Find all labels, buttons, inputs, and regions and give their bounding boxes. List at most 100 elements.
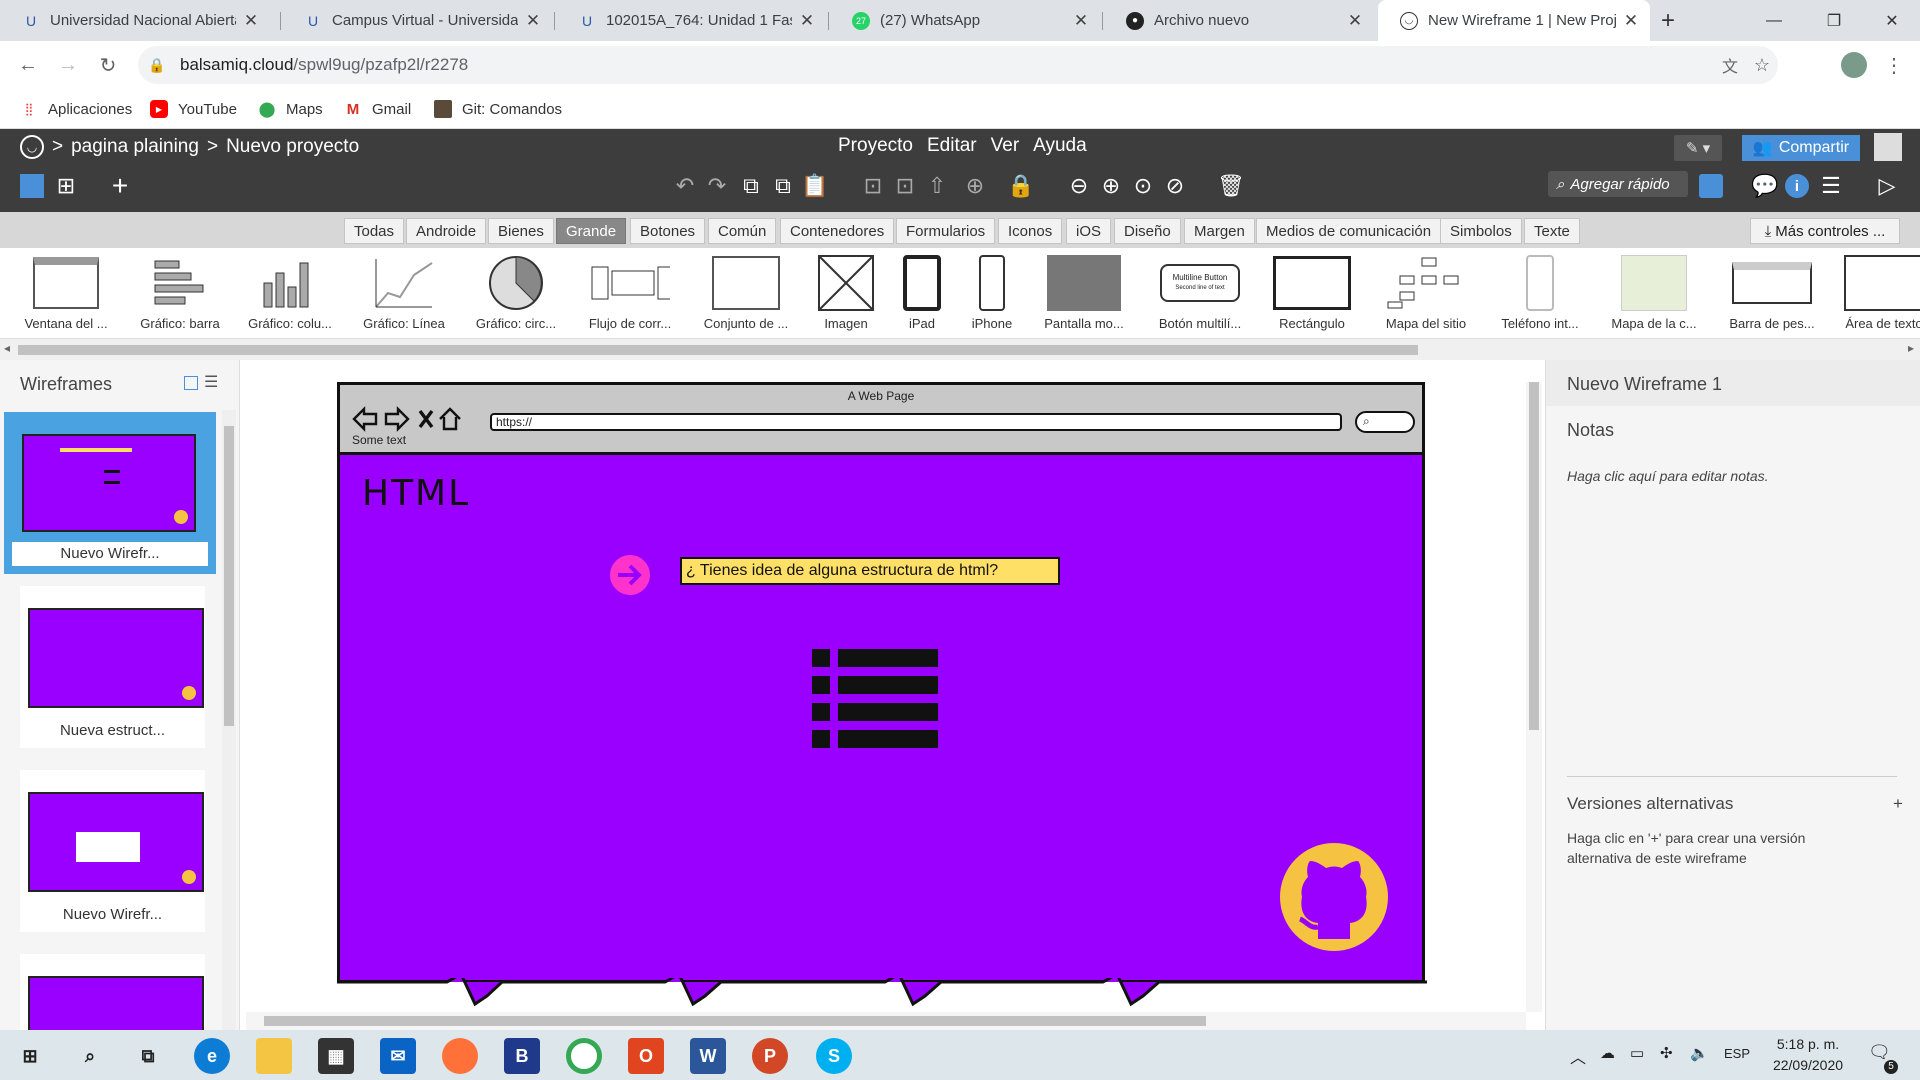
bookmark-youtube[interactable]: ▶ YouTube (150, 89, 237, 129)
breadcrumb-project[interactable]: pagina plaining (71, 136, 199, 158)
component-multiline-button[interactable]: Multiline Button Second line of text Botó… (1150, 254, 1250, 336)
arrow-right-circle-icon[interactable] (608, 553, 652, 597)
component-browser-window[interactable]: Ventana del ... (16, 254, 116, 336)
library-tab[interactable]: Diseño (1114, 218, 1181, 244)
menu-editar[interactable]: Editar (927, 135, 977, 157)
office-icon[interactable]: O (628, 1038, 664, 1074)
bookmark-maps[interactable]: ⬤ Maps (258, 89, 323, 129)
wireframe-name[interactable]: Nuevo Wireframe 1 (1546, 360, 1920, 406)
zoom-out-icon[interactable]: ⊖ (1064, 171, 1094, 201)
editor-canvas[interactable]: A Web Page Some text https:// ⌕ HTML ¿ T… (241, 360, 1547, 1015)
share-button[interactable]: 👥 Compartir (1742, 135, 1860, 161)
browser-tab[interactable]: U Campus Virtual - Universidad ✕ (282, 0, 552, 41)
edge-icon[interactable]: e (194, 1038, 230, 1074)
chrome-icon[interactable] (566, 1038, 602, 1074)
thumbnail-view-icon[interactable] (184, 376, 198, 390)
group-icon[interactable]: ⊡ (858, 171, 888, 201)
menu-proyecto[interactable]: Proyecto (838, 135, 913, 157)
close-icon[interactable]: ✕ (524, 11, 542, 31)
canvas-horizontal-scrollbar[interactable] (246, 1012, 1526, 1030)
close-window-button[interactable]: ✕ (1862, 0, 1920, 41)
onedrive-icon[interactable]: ☁ (1600, 1044, 1615, 1062)
undo-icon[interactable]: ↶ (672, 171, 698, 201)
wireframe-thumb[interactable]: Nueva estruct... (20, 586, 205, 748)
windows-start-icon[interactable]: ⊞ (12, 1038, 48, 1074)
present-icon[interactable]: ▷ (1872, 171, 1902, 201)
zoom-in-icon[interactable]: ⊕ (1096, 171, 1126, 201)
component-pie-chart[interactable]: Gráfico: circ... (466, 254, 566, 336)
wireframe-browser-window[interactable]: A Web Page Some text https:// ⌕ HTML ¿ T… (337, 382, 1425, 982)
battery-icon[interactable]: ▭ (1630, 1044, 1644, 1062)
translate-icon[interactable]: 文 (1722, 53, 1738, 77)
clock[interactable]: 5:18 p. m. 22/09/2020 (1758, 1034, 1858, 1076)
scroll-left-icon[interactable]: ◂ (4, 341, 10, 355)
library-tab[interactable]: Bienes (488, 218, 554, 244)
library-tab[interactable]: Botones (630, 218, 706, 244)
close-icon[interactable]: ✕ (242, 11, 260, 31)
browser-tab[interactable]: U Universidad Nacional Abierta ✕ (0, 0, 270, 41)
info-icon[interactable]: i (1782, 171, 1812, 201)
component-field-set[interactable]: Conjunto de ... (696, 254, 796, 336)
component-iphone[interactable]: iPhone (942, 254, 1042, 336)
wireframe-heading[interactable]: HTML (362, 473, 470, 514)
list-view-icon[interactable]: ☰ (204, 372, 218, 392)
wireframes-scrollbar[interactable] (222, 410, 236, 1030)
component-tab-bar[interactable]: Barra de pes... (1722, 254, 1822, 336)
component-text-area[interactable]: Área de texto (1834, 254, 1920, 336)
wireframe-thumb[interactable] (20, 954, 205, 1030)
scrollbar-thumb[interactable] (264, 1016, 1206, 1026)
quick-add-input[interactable]: ⌕ Agregar rápido (1548, 171, 1688, 197)
component-bar-chart[interactable]: Gráfico: barra (130, 254, 230, 336)
browser-tab[interactable]: U 102015A_764: Unidad 1 Fase ✕ (556, 0, 826, 41)
component-library-scrollbar[interactable]: ◂ ▸ (0, 338, 1920, 360)
library-tab[interactable]: Simbolos (1440, 218, 1522, 244)
github-icon[interactable] (1278, 841, 1390, 953)
bookmark-git-comandos[interactable]: Git: Comandos (434, 89, 562, 129)
network-icon[interactable]: ✣ (1660, 1044, 1673, 1062)
volume-icon[interactable]: 🔈 (1690, 1044, 1709, 1062)
forward-icon[interactable]: → (52, 49, 84, 81)
component-smartphone[interactable]: Teléfono int... (1490, 254, 1590, 336)
powerpoint-icon[interactable]: P (752, 1038, 788, 1074)
bookmark-gmail[interactable]: M Gmail (344, 89, 411, 129)
list-icon[interactable] (812, 649, 940, 757)
grid-view-icon[interactable]: ⊞ (52, 171, 80, 201)
scrollbar-thumb[interactable] (18, 345, 1418, 355)
redo-icon[interactable]: ↷ (704, 171, 730, 201)
notes-icon[interactable]: ☰ (1816, 171, 1846, 201)
minimize-button[interactable]: — (1744, 0, 1804, 41)
component-cover-flow[interactable]: Flujo de corr... (580, 254, 680, 336)
edit-mode-button[interactable]: ✎ ▾ (1674, 135, 1722, 161)
menu-ver[interactable]: Ver (991, 135, 1020, 157)
palette-icon[interactable] (1696, 171, 1726, 201)
avatar[interactable] (1838, 49, 1870, 81)
new-tab-button[interactable]: + (1638, 0, 1698, 41)
browser-tab[interactable]: 27 (27) WhatsApp ✕ (830, 0, 1100, 41)
scrollbar-thumb[interactable] (224, 426, 234, 726)
firefox-icon[interactable] (442, 1038, 478, 1074)
ungroup-icon[interactable]: ⊡ (890, 171, 920, 201)
wireframe-thumb[interactable]: Nuevo Wirefr... (20, 770, 205, 932)
word-icon[interactable]: W (690, 1038, 726, 1074)
library-tab[interactable]: Androide (406, 218, 487, 244)
breadcrumb-file[interactable]: Nuevo proyecto (226, 136, 359, 158)
task-view-icon[interactable]: ⧉ (130, 1038, 166, 1074)
language-indicator[interactable]: ESP (1724, 1046, 1750, 1061)
library-tab[interactable]: Todas (344, 218, 405, 244)
bring-forward-icon[interactable]: ⇧ (922, 171, 952, 201)
mail-icon[interactable]: ✉ (380, 1038, 416, 1074)
component-street-map[interactable]: Mapa de la c... (1604, 254, 1704, 336)
balsamiq-logo-icon[interactable]: ◡ (20, 135, 44, 159)
library-tab[interactable]: Margen (1184, 218, 1255, 244)
store-icon[interactable]: ▦ (318, 1038, 354, 1074)
paste-icon[interactable]: 📋 (800, 171, 830, 201)
scrollbar-thumb[interactable] (1529, 382, 1539, 730)
component-line-chart[interactable]: Gráfico: Línea (354, 254, 454, 336)
star-icon[interactable]: ☆ (1754, 55, 1770, 76)
component-column-chart[interactable]: Gráfico: colu... (240, 254, 340, 336)
add-icon[interactable]: + (106, 170, 134, 201)
menu-ayuda[interactable]: Ayuda (1033, 135, 1087, 157)
component-rectangle[interactable]: Rectángulo (1262, 254, 1362, 336)
more-vert-icon[interactable]: ⋮ (1878, 49, 1910, 81)
canvas-vertical-scrollbar[interactable] (1526, 382, 1542, 1012)
